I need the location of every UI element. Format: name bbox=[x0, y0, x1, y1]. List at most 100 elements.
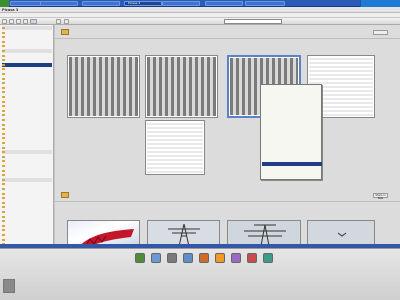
view-toggle-icon[interactable] bbox=[30, 19, 37, 24]
sidebar-folder-item[interactable] bbox=[2, 182, 52, 186]
sidebar-folder-item[interactable] bbox=[2, 224, 52, 228]
email-button[interactable] bbox=[149, 253, 163, 264]
sidebar-folder-item[interactable] bbox=[2, 228, 52, 232]
folder-icon bbox=[61, 29, 69, 35]
sidebar-folder-item[interactable] bbox=[2, 192, 52, 196]
sidebar-folder-item[interactable] bbox=[2, 35, 52, 39]
folder-icon bbox=[2, 142, 5, 144]
geotag-icon bbox=[263, 253, 273, 263]
sidebar-folder-item[interactable] bbox=[2, 205, 52, 209]
sidebar-folder-item[interactable] bbox=[2, 141, 52, 145]
photo-thumbnail[interactable] bbox=[227, 220, 301, 244]
sidebar-folder-item[interactable] bbox=[2, 95, 52, 99]
share-button[interactable]: Share in Web bbox=[373, 193, 388, 200]
collage-button[interactable] bbox=[229, 253, 243, 264]
export-button[interactable] bbox=[181, 253, 195, 264]
sidebar-folder-item[interactable] bbox=[2, 177, 52, 182]
upload-button[interactable] bbox=[133, 253, 147, 264]
sidebar-folder-item[interactable] bbox=[2, 113, 52, 117]
sidebar-folder-item[interactable] bbox=[2, 72, 52, 76]
folder-icon bbox=[2, 109, 5, 112]
sidebar-folder-item[interactable] bbox=[2, 67, 52, 71]
sidebar-folder-item[interactable] bbox=[2, 49, 52, 53]
sidebar-folder-item[interactable] bbox=[2, 164, 52, 168]
photo-thumbnail[interactable] bbox=[145, 55, 218, 118]
collage-icon bbox=[231, 253, 241, 263]
sidebar-folder-item[interactable] bbox=[2, 215, 52, 219]
sidebar-folder-item[interactable] bbox=[2, 62, 52, 67]
folder-icon bbox=[2, 31, 5, 34]
sidebar-folder-item[interactable] bbox=[2, 86, 52, 90]
system-tray bbox=[360, 0, 400, 7]
movie-button[interactable] bbox=[245, 253, 259, 264]
sidebar-folder-item[interactable] bbox=[2, 173, 52, 177]
photo-thumbnail[interactable] bbox=[145, 120, 205, 175]
folder-icon bbox=[2, 77, 5, 80]
play-slideshow-icon[interactable] bbox=[56, 19, 61, 24]
photo-thumbnail[interactable] bbox=[307, 220, 375, 244]
sidebar-folder-item[interactable] bbox=[2, 100, 52, 104]
sidebar-folder-item[interactable] bbox=[2, 54, 52, 58]
sidebar-folder-item[interactable] bbox=[2, 81, 52, 85]
sidebar-folder-item[interactable] bbox=[2, 201, 52, 205]
print-button[interactable] bbox=[165, 253, 179, 264]
sort-icon[interactable] bbox=[23, 19, 28, 24]
tray-photo-thumbnail[interactable] bbox=[3, 279, 15, 293]
sidebar-folder-item[interactable] bbox=[2, 118, 52, 122]
sidebar-folder-item[interactable] bbox=[2, 109, 52, 113]
share-button[interactable] bbox=[373, 30, 388, 35]
taskbar-button[interactable] bbox=[82, 1, 120, 6]
sidebar-folder-item[interactable] bbox=[2, 58, 52, 62]
sidebar-folder-item[interactable] bbox=[2, 233, 52, 237]
list-view-icon[interactable] bbox=[9, 19, 14, 24]
sidebar-folder-item[interactable] bbox=[2, 136, 52, 140]
sidebar-folder-item[interactable] bbox=[2, 155, 52, 159]
shop-button[interactable] bbox=[197, 253, 211, 264]
sidebar-folder-item[interactable] bbox=[2, 77, 52, 81]
sidebar-folder-item[interactable] bbox=[2, 219, 52, 223]
search-input[interactable] bbox=[224, 19, 282, 24]
photo-thumbnail[interactable] bbox=[147, 220, 220, 244]
sidebar-folder-item[interactable] bbox=[2, 132, 52, 136]
sidebar-folder-item[interactable] bbox=[2, 104, 52, 108]
upload-icon bbox=[135, 253, 145, 263]
taskbar-button[interactable] bbox=[40, 1, 78, 6]
context-menu-item[interactable] bbox=[264, 177, 320, 181]
photo-thumbnail[interactable] bbox=[67, 55, 140, 118]
sidebar-folder-item[interactable] bbox=[2, 31, 52, 35]
stop-icon[interactable] bbox=[64, 19, 69, 24]
sidebar-folder-item[interactable] bbox=[2, 238, 52, 242]
taskbar-button[interactable] bbox=[245, 1, 285, 6]
sidebar-folder-item[interactable] bbox=[2, 210, 52, 214]
sidebar-folder-item[interactable] bbox=[2, 26, 52, 30]
folder-icon bbox=[2, 105, 5, 108]
sidebar-folder-item[interactable] bbox=[2, 90, 52, 94]
sidebar-folder-item[interactable] bbox=[2, 127, 52, 131]
folder-icon bbox=[2, 238, 5, 241]
sidebar-folder-item[interactable] bbox=[2, 40, 52, 44]
folder-icon bbox=[2, 197, 5, 200]
sidebar-folder-item[interactable] bbox=[2, 196, 52, 200]
taskbar-button[interactable] bbox=[205, 1, 243, 6]
blog-button[interactable] bbox=[213, 253, 227, 264]
start-button[interactable] bbox=[0, 0, 9, 7]
sidebar-folder-item[interactable] bbox=[2, 187, 52, 191]
folder-header[interactable]: Share in Web bbox=[55, 190, 400, 202]
sidebar-folder-item[interactable] bbox=[2, 44, 52, 48]
folder-header[interactable] bbox=[55, 27, 400, 39]
folder-icon bbox=[2, 82, 5, 85]
taskbar-button[interactable] bbox=[162, 1, 200, 6]
photo-tray bbox=[0, 248, 400, 300]
sidebar-folder-item[interactable] bbox=[2, 169, 52, 173]
import-icon[interactable] bbox=[2, 19, 7, 24]
taskbar-button[interactable]: Picasa 3 bbox=[124, 1, 162, 6]
tree-view-icon[interactable] bbox=[16, 19, 21, 24]
folder-icon bbox=[2, 45, 5, 48]
sidebar-folder-item[interactable] bbox=[2, 159, 52, 163]
photo-thumbnail[interactable] bbox=[67, 220, 140, 244]
geotag-button[interactable] bbox=[261, 253, 275, 264]
sidebar-folder-item[interactable] bbox=[2, 150, 52, 155]
folder-icon bbox=[61, 192, 69, 198]
sidebar-folder-item[interactable] bbox=[2, 123, 52, 127]
sidebar-folder-item[interactable] bbox=[2, 146, 52, 150]
